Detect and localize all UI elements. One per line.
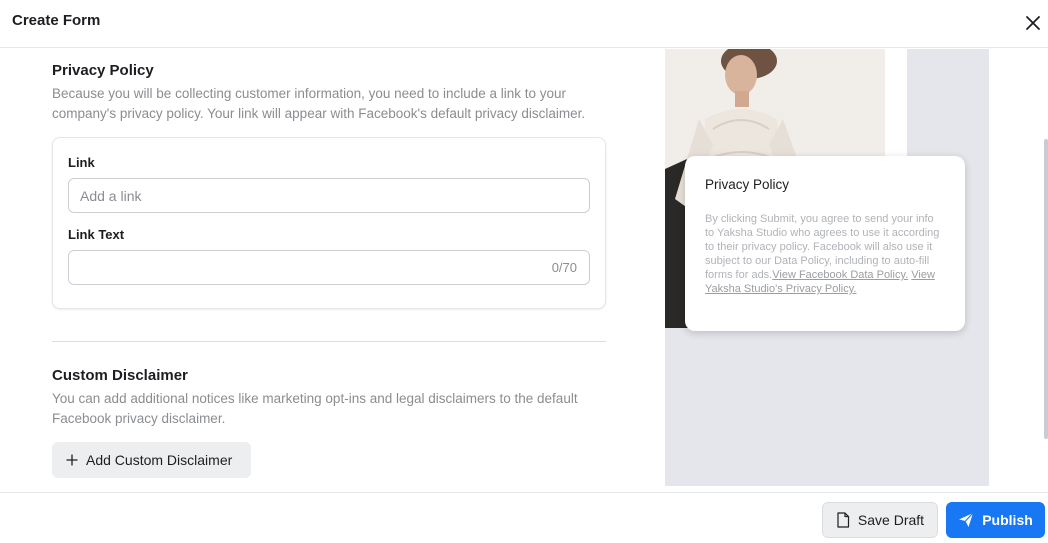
publish-label: Publish — [982, 512, 1033, 528]
close-icon — [1026, 16, 1040, 30]
dialog-header: Create Form — [0, 0, 1048, 48]
close-button[interactable] — [1020, 10, 1046, 36]
preview-card-title: Privacy Policy — [705, 177, 790, 192]
preview-stage: Privacy Policy By clicking Submit, you a… — [665, 49, 989, 486]
add-custom-disclaimer-button[interactable]: Add Custom Disclaimer — [52, 442, 251, 478]
dialog-footer: Save Draft Publish — [0, 492, 1048, 543]
data-policy-link[interactable]: View Facebook Data Policy. — [772, 269, 908, 281]
publish-button[interactable]: Publish — [946, 502, 1045, 538]
link-text-counter: 0/70 — [551, 260, 577, 275]
privacy-preview-card: Privacy Policy By clicking Submit, you a… — [685, 156, 965, 331]
add-custom-disclaimer-label: Add Custom Disclaimer — [86, 452, 233, 468]
document-icon — [837, 512, 850, 528]
privacy-policy-description: Because you will be collecting customer … — [52, 86, 586, 121]
section-divider — [52, 341, 606, 342]
save-draft-label: Save Draft — [857, 512, 925, 528]
save-draft-button[interactable]: Save Draft — [822, 502, 938, 538]
privacy-policy-title: Privacy Policy — [52, 62, 154, 79]
form-panel: Privacy Policy Because you will be colle… — [0, 49, 665, 492]
link-text-input[interactable] — [68, 250, 590, 285]
preview-panel: Privacy Policy By clicking Submit, you a… — [665, 49, 1048, 492]
link-text-label: Link Text — [68, 227, 125, 242]
custom-disclaimer-title: Custom Disclaimer — [52, 367, 188, 384]
dialog-title: Create Form — [12, 12, 101, 29]
custom-disclaimer-description: You can add additional notices like mark… — [52, 391, 578, 426]
link-label: Link — [68, 155, 95, 170]
link-input[interactable] — [68, 178, 590, 213]
preview-disclaimer: By clicking Submit, you agree to send yo… — [705, 212, 945, 296]
send-icon — [959, 512, 974, 527]
preview-scrollbar[interactable] — [1044, 139, 1048, 439]
plus-icon — [66, 454, 78, 466]
privacy-policy-card: Link Link Text 0/70 — [52, 137, 606, 309]
